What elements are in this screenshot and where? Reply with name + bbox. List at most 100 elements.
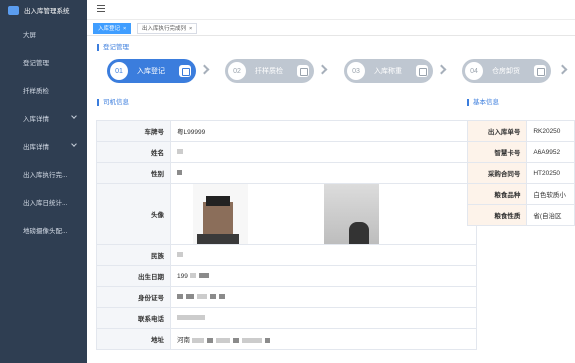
field-label: 地址 (96, 328, 171, 350)
step-inbound-registration[interactable]: 01 入库登记 (107, 59, 196, 83)
step-unloading[interactable]: 04 仓房卸货 (462, 59, 551, 83)
field-label: 出入库单号 (466, 120, 528, 142)
field-label: 粮食性质 (466, 204, 528, 226)
field-value: HT20250 (526, 162, 575, 184)
redacted-value (264, 337, 270, 343)
tab-label: 入库登记 (98, 26, 121, 32)
driver-info-table: 车牌号 粤L99999 姓名 性别 头像 民族 出生日期 199 身份证号 联系电话… (96, 120, 477, 350)
step-number: 03 (347, 62, 365, 80)
redacted-value (177, 252, 183, 258)
redacted-value (177, 294, 183, 300)
field-label: 车牌号 (96, 120, 171, 142)
sidebar-item-dashboard[interactable]: 大屏 (0, 24, 87, 44)
scale-icon (416, 65, 428, 77)
tab-execution-complete[interactable]: 出入库执行完成列 × (137, 23, 198, 34)
tab-bar: 入库登记 × 出入库执行完成列 × (87, 20, 575, 36)
field-value (170, 141, 477, 163)
sidebar-item-label: 出库详情 (23, 144, 49, 151)
table-row: 采购合同号 HT20250 (466, 162, 575, 184)
step-weighing[interactable]: 03 入库称重 (344, 59, 433, 83)
step-number: 02 (228, 62, 246, 80)
table-row: 头像 (96, 183, 477, 245)
field-label: 智慧卡号 (466, 141, 528, 163)
redacted-value (232, 337, 239, 343)
redacted-value (206, 337, 213, 343)
close-icon[interactable]: × (123, 26, 126, 32)
section-title-registration: 登记管理 (97, 44, 129, 51)
sidebar-item-label: 出入库执行完... (23, 172, 68, 179)
field-value: A6A9952 (526, 141, 575, 163)
redacted-value (197, 294, 207, 300)
redacted-value (189, 273, 196, 279)
step-number: 04 (465, 62, 483, 80)
table-row: 车牌号 粤L99999 (96, 120, 477, 142)
redacted-value (191, 337, 204, 343)
table-row: 姓名 (96, 141, 477, 163)
field-value: 粤L99999 (170, 120, 477, 142)
step-label: 仓房卸货 (492, 68, 520, 75)
chevron-down-icon (71, 141, 77, 147)
sidebar-item-registration[interactable]: 登记管理 (0, 52, 87, 72)
sidebar-item-outbound-details[interactable]: 出库详情 (0, 136, 87, 156)
top-bar (87, 0, 575, 20)
redacted-value (186, 294, 194, 300)
step-label: 扦样质检 (255, 68, 283, 75)
section-title-driver: 司机信息 (97, 99, 129, 106)
sidebar-item-camera-config[interactable]: 地磅摄像头配... (0, 220, 87, 240)
table-row: 地址 河南 (96, 328, 477, 350)
table-row: 身份证号 (96, 286, 477, 308)
table-row: 出入库单号 RK20250 (466, 120, 575, 142)
chevron-down-icon (71, 113, 77, 119)
sidebar-item-label: 扦样质检 (23, 88, 49, 95)
chevron-right-icon (436, 64, 447, 75)
step-number: 01 (110, 62, 128, 80)
warehouse-icon (534, 65, 546, 77)
main-content: 登记管理 01 入库登记 02 扦样质检 03 入库称重 04 仓房卸货 司机信… (87, 36, 575, 363)
table-row: 性别 (96, 162, 477, 184)
field-value: 河南 (170, 328, 477, 350)
table-row: 民族 (96, 244, 477, 266)
sidebar-item-daily-stats[interactable]: 出入库日统计... (0, 192, 87, 212)
field-value (170, 286, 477, 308)
field-label: 民族 (96, 244, 171, 266)
sidebar-item-execution-complete[interactable]: 出入库执行完... (0, 164, 87, 184)
document-icon (179, 65, 191, 77)
chevron-right-icon (199, 64, 210, 75)
redacted-value (177, 170, 182, 176)
step-label: 入库称重 (374, 68, 402, 75)
section-title-basic: 基本信息 (467, 99, 499, 106)
capture-scene (324, 184, 379, 244)
field-label: 姓名 (96, 141, 171, 163)
table-row: 粮食品种 白色软质小 (466, 183, 575, 205)
field-value (170, 162, 477, 184)
field-value: 199 (170, 265, 477, 287)
menu-toggle-icon[interactable] (97, 5, 105, 13)
redacted-value (219, 294, 225, 300)
step-sampling[interactable]: 02 扦样质检 (225, 59, 314, 83)
step-label: 入库登记 (137, 68, 165, 75)
field-value: RK20250 (526, 120, 575, 142)
field-label: 联系电话 (96, 307, 171, 329)
field-value (170, 307, 477, 329)
redacted-value (198, 273, 209, 279)
sidebar-item-label: 地磅摄像头配... (23, 228, 68, 235)
tab-label: 出入库执行完成列 (142, 26, 187, 32)
tab-inbound-registration[interactable]: 入库登记 × (93, 23, 132, 34)
close-icon[interactable]: × (189, 26, 192, 32)
field-value: 白色软质小 (526, 183, 575, 205)
capture-photo (324, 184, 379, 244)
sidebar-item-sampling[interactable]: 扦样质检 (0, 80, 87, 100)
table-row: 智慧卡号 A6A9952 (466, 141, 575, 163)
field-label: 出生日期 (96, 265, 171, 287)
redacted-value (177, 149, 183, 155)
chevron-right-icon (317, 64, 328, 75)
sidebar-item-inbound-details[interactable]: 入库详情 (0, 108, 87, 128)
sidebar: 出入库管理系统 大屏 登记管理 扦样质检 入库详情 出库详情 出入库执行完...… (0, 0, 87, 363)
avatar-photo (193, 184, 248, 244)
field-label: 粮食品种 (466, 183, 528, 205)
field-text: 河南 (177, 337, 190, 344)
redacted-value (241, 337, 262, 343)
field-label: 性别 (96, 162, 171, 184)
avatar-face (197, 196, 239, 244)
field-label: 头像 (96, 183, 171, 245)
